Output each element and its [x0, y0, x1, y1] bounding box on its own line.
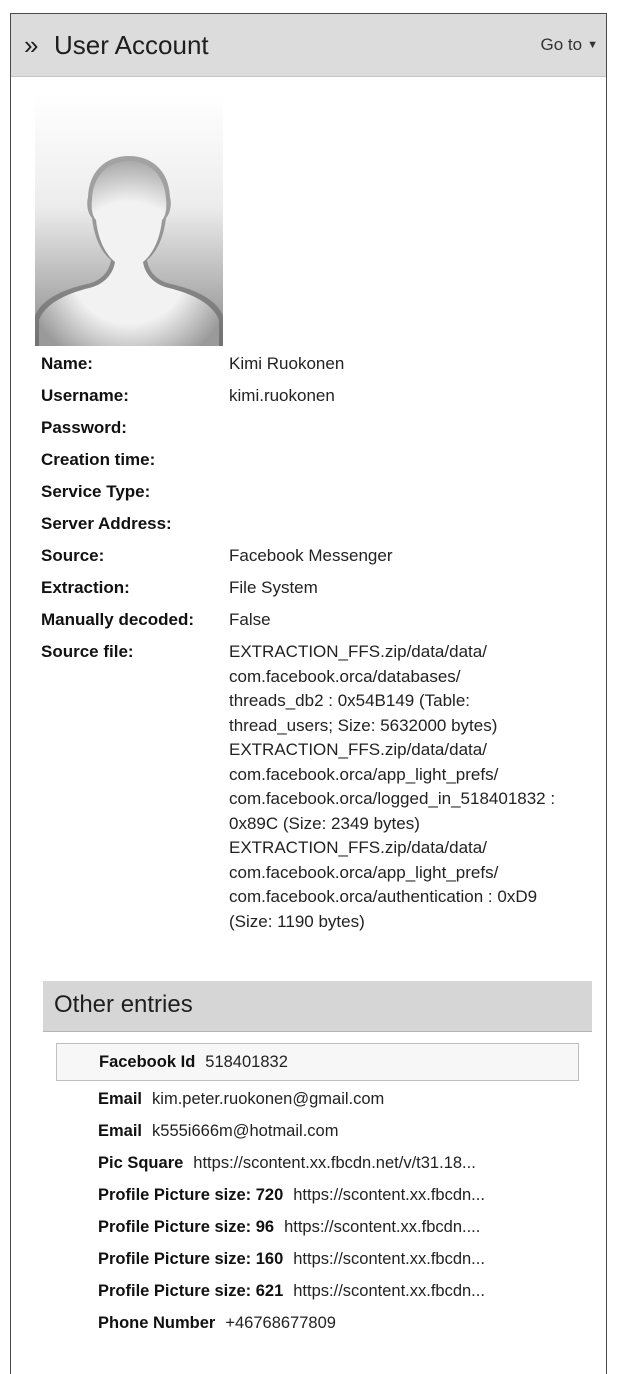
entry-key: Profile Picture size: 160 — [98, 1250, 284, 1268]
list-item[interactable]: Profile Picture size: 160 https://sconten… — [56, 1243, 579, 1275]
panel-title: User Account — [54, 30, 209, 60]
field-label: Source file: — [41, 642, 134, 661]
source-file-line: thread_users; Size: 5632000 bytes) — [229, 715, 498, 735]
field-source: Source: Facebook Messenger — [41, 544, 601, 569]
entry-key: Facebook Id — [99, 1053, 196, 1071]
field-value: Facebook Messenger — [229, 546, 393, 565]
entry-key: Profile Picture size: 720 — [98, 1186, 284, 1204]
field-value: False — [229, 610, 271, 629]
source-file-line: com.facebook.orca/logged_in_518401832 : — [229, 789, 556, 808]
field-value: Kimi Ruokonen — [229, 354, 345, 373]
double-chevron-right-icon[interactable]: » — [24, 32, 38, 58]
source-file-value[interactable]: EXTRACTION_FFS.zip/data/data/ com.facebo… — [229, 640, 601, 934]
entry-key: Phone Number — [98, 1314, 216, 1332]
field-server-address: Server Address: — [41, 512, 601, 537]
field-label: Extraction: — [41, 578, 130, 597]
entry-value: kim.peter.ruokonen@gmail.com — [152, 1090, 385, 1108]
list-item[interactable]: Profile Picture size: 720 https://sconten… — [56, 1179, 579, 1211]
list-item[interactable]: Facebook Id 518401832 — [56, 1043, 579, 1081]
field-label: Source: — [41, 546, 105, 565]
list-item[interactable]: Phone Number +46768677809 — [56, 1307, 579, 1339]
entry-value: https://scontent.xx.fbcdn... — [293, 1282, 485, 1300]
entry-value: https://scontent.xx.fbcdn... — [293, 1186, 485, 1204]
field-name: Name: Kimi Ruokonen — [41, 352, 601, 377]
panel-header: » User Account Go to ▼ — [11, 14, 606, 77]
source-file-line: 0x89C (Size: 2349 bytes) — [229, 813, 420, 833]
field-label: Server Address: — [41, 514, 172, 533]
entry-key: Profile Picture size: 96 — [98, 1218, 275, 1236]
avatar — [35, 94, 223, 346]
field-label: Manually decoded: — [41, 610, 195, 629]
entry-key: Profile Picture size: 621 — [98, 1282, 284, 1300]
list-item[interactable]: Profile Picture size: 621 https://sconten… — [56, 1275, 579, 1307]
source-file-line: EXTRACTION_FFS.zip/data/data/ — [229, 740, 487, 759]
entry-value: https://scontent.xx.fbcdn.... — [284, 1218, 481, 1236]
source-file-line: com.facebook.orca/databases/ — [229, 666, 461, 686]
goto-dropdown[interactable]: Go to ▼ — [541, 35, 598, 55]
other-entries-list: Facebook Id 518401832 Email kim.peter.ruok… — [56, 1043, 579, 1339]
field-label: Username: — [41, 386, 129, 405]
user-silhouette-icon — [35, 94, 223, 346]
source-file-line: EXTRACTION_FFS.zip/data/data/ — [229, 642, 487, 661]
field-value: kimi.ruokonen — [229, 386, 335, 405]
field-value: File System — [229, 578, 318, 597]
field-username: Username: kimi.ruokonen — [41, 384, 601, 409]
field-password: Password: — [41, 416, 601, 441]
list-item[interactable]: Email k555i666m@hotmail.com — [56, 1115, 579, 1147]
field-label: Password: — [41, 418, 127, 437]
entry-key: Email — [98, 1090, 143, 1108]
entry-value: https://scontent.xx.fbcdn... — [293, 1250, 485, 1268]
field-manually-decoded: Manually decoded: False — [41, 608, 601, 633]
field-creation-time: Creation time: — [41, 448, 601, 473]
list-item[interactable]: Email kim.peter.ruokonen@gmail.com — [56, 1083, 579, 1115]
entry-value: 518401832 — [205, 1053, 288, 1071]
list-item[interactable]: Pic Square https://scontent.xx.fbcdn.net/… — [56, 1147, 579, 1179]
user-account-panel: » User Account Go to ▼ Name: Kimi Ruokon… — [10, 13, 607, 1374]
list-item[interactable]: Profile Picture size: 96 https://scontent… — [56, 1211, 579, 1243]
entry-value: https://scontent.xx.fbcdn.net/v/t31.18..… — [193, 1154, 476, 1172]
source-file-line: com.facebook.orca/authentication : 0xD9 — [229, 887, 538, 906]
caret-down-icon: ▼ — [587, 39, 598, 51]
other-entries-header: Other entries — [43, 981, 592, 1032]
source-file-line: com.facebook.orca/app_light_prefs/ — [229, 764, 499, 784]
source-file-line: com.facebook.orca/app_light_prefs/ — [229, 862, 499, 882]
entry-key: Email — [98, 1122, 143, 1140]
other-entries-title: Other entries — [54, 991, 193, 1018]
source-file-line: threads_db2 : 0x54B149 (Table: — [229, 691, 471, 710]
field-label: Creation time: — [41, 450, 156, 469]
entry-key: Pic Square — [98, 1154, 184, 1172]
field-extraction: Extraction: File System — [41, 576, 601, 601]
field-label: Service Type: — [41, 482, 151, 501]
entry-value: +46768677809 — [225, 1314, 336, 1332]
field-source-file: Source file: EXTRACTION_FFS.zip/data/dat… — [41, 640, 601, 934]
field-service-type: Service Type: — [41, 480, 601, 505]
source-file-line: (Size: 1190 bytes) — [229, 911, 365, 931]
source-file-line: EXTRACTION_FFS.zip/data/data/ — [229, 838, 487, 857]
account-fields: Name: Kimi Ruokonen Username: kimi.ruoko… — [41, 352, 601, 942]
entry-value: k555i666m@hotmail.com — [152, 1122, 339, 1140]
field-label: Name: — [41, 354, 93, 373]
goto-label: Go to — [540, 35, 583, 54]
